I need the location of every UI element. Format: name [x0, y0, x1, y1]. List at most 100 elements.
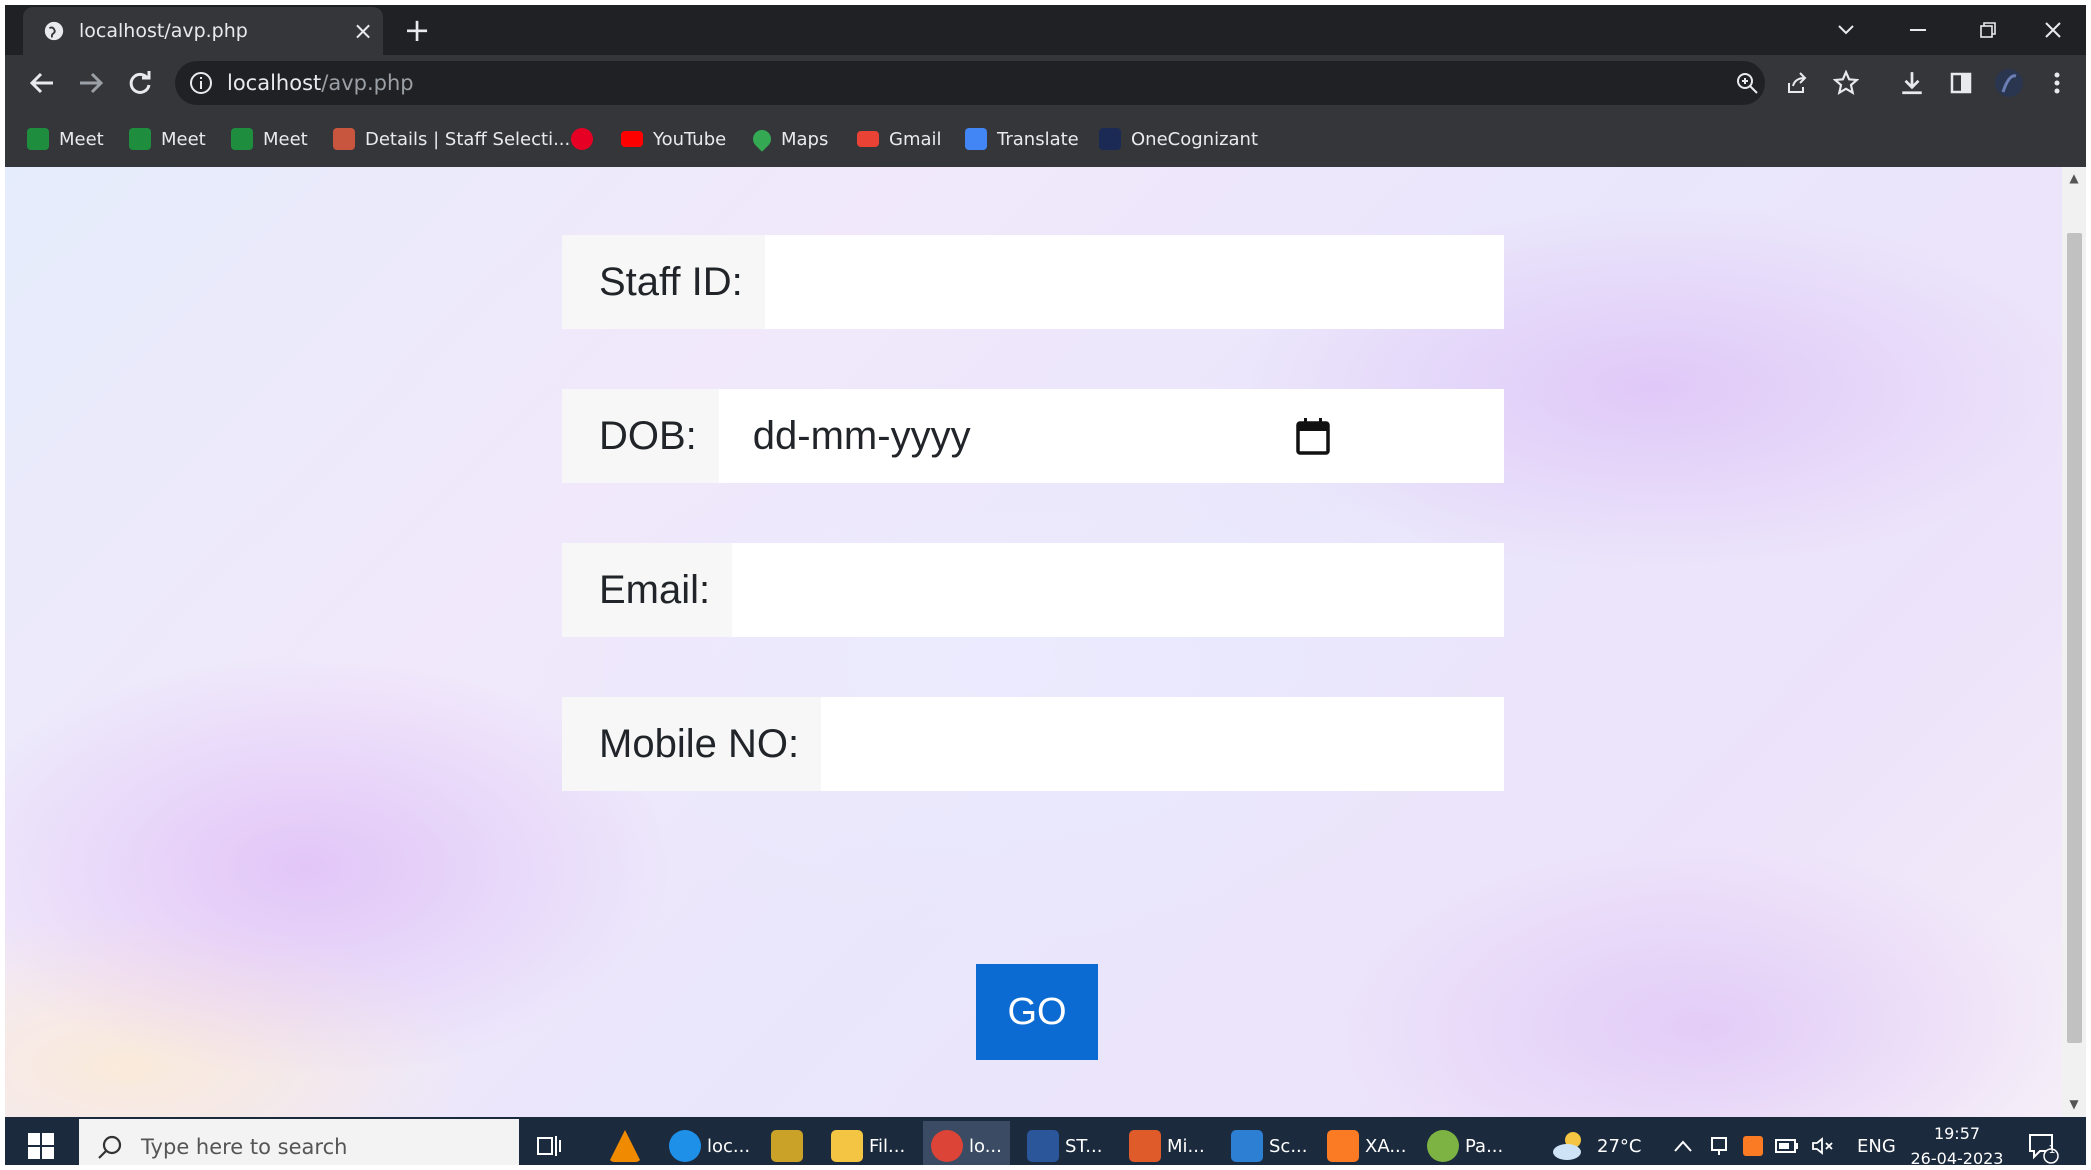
email-label: Email: — [562, 543, 733, 637]
restore-icon[interactable] — [1955, 5, 2021, 55]
zoom-icon[interactable] — [1731, 67, 1763, 99]
browser-tab[interactable]: localhost/avp.php × — [23, 7, 383, 55]
weather-temp: 27°C — [1597, 1135, 1642, 1157]
minimize-icon[interactable] — [1885, 5, 1951, 55]
staff-id-label: Staff ID: — [562, 235, 765, 329]
menu-dots-icon[interactable] — [2041, 67, 2073, 99]
bookmark-label: YouTube — [653, 128, 727, 150]
new-tab-button[interactable]: + — [397, 11, 437, 51]
dob-placeholder: dd-mm-yyyy — [752, 413, 971, 458]
url-path: /avp.php — [321, 71, 414, 95]
app-label: Mi... — [1167, 1135, 1205, 1157]
bookmark-label: Meet — [161, 128, 206, 150]
volume-muted-icon[interactable] — [1811, 1125, 1835, 1165]
url-text: localhost/avp.php — [227, 71, 414, 95]
tray-xampp-icon[interactable] — [1743, 1125, 1763, 1165]
notification-center-icon[interactable]: 1 — [2027, 1127, 2059, 1165]
bookmark-onecognizant[interactable]: OneCognizant — [1099, 121, 1258, 157]
app-label: Sc... — [1269, 1135, 1308, 1157]
taskbar-app-snipping[interactable]: Sc... — [1231, 1121, 1308, 1165]
chrome-icon — [931, 1130, 963, 1162]
close-window-icon[interactable] — [2020, 5, 2086, 55]
bookmark-youtube[interactable]: YouTube — [621, 121, 726, 157]
windows-taskbar: Type here to search loc... Fil... lo... … — [5, 1117, 2086, 1165]
tray-chevron-up-icon[interactable] — [1673, 1125, 1693, 1165]
address-bar[interactable]: localhost/avp.php — [175, 61, 1765, 105]
go-button[interactable]: GO — [976, 964, 1098, 1060]
globe-icon — [44, 21, 64, 41]
page-scrollbar[interactable]: ▲ ▼ — [2062, 167, 2086, 1117]
bookmark-label: Maps — [781, 128, 829, 150]
maps-pin-icon — [749, 126, 775, 152]
battery-icon[interactable] — [1775, 1125, 1799, 1165]
taskbar-app-xampp[interactable]: XA... — [1327, 1121, 1407, 1165]
site-info-icon[interactable] — [189, 71, 213, 95]
system-clock[interactable]: 19:57 26-04-2023 — [1909, 1121, 2005, 1165]
taskbar-app-mi[interactable]: Mi... — [1129, 1121, 1205, 1165]
share-icon[interactable] — [1781, 67, 1813, 99]
calendar-icon[interactable] — [1296, 417, 1330, 455]
tray-meet-icon[interactable] — [1709, 1125, 1729, 1165]
windows-start-icon[interactable] — [13, 1126, 69, 1165]
paint-icon — [1427, 1130, 1459, 1162]
store-icon — [771, 1130, 803, 1162]
back-arrow-icon[interactable] — [22, 63, 62, 103]
staff-id-input[interactable] — [764, 235, 1504, 329]
tab-close-icon[interactable]: × — [343, 17, 383, 45]
bookmark-meet-1[interactable]: Meet — [27, 121, 104, 157]
mobile-group: Mobile NO: — [562, 697, 1504, 791]
app-label: loc... — [707, 1135, 751, 1157]
staff-selection-icon — [333, 128, 355, 150]
notification-count: 1 — [2048, 1143, 2056, 1156]
meet-icon — [129, 128, 151, 150]
bookmark-label: Details | Staff Selecti... — [365, 128, 571, 150]
taskbar-app-files[interactable]: Fil... — [831, 1121, 905, 1165]
taskbar-app-vlc[interactable] — [609, 1121, 647, 1165]
screen: localhost/avp.php × + localhost/avp.php … — [5, 5, 2086, 1165]
taskbar-app-store[interactable] — [771, 1121, 809, 1165]
bookmark-staff-selection[interactable]: Details | Staff Selecti... — [333, 121, 570, 157]
language-indicator[interactable]: ENG — [1857, 1125, 1896, 1165]
taskbar-app-word[interactable]: ST... — [1027, 1121, 1102, 1165]
taskbar-app-paint[interactable]: Pa... — [1427, 1121, 1503, 1165]
folder-icon — [831, 1130, 863, 1162]
bookmark-pinterest[interactable] — [571, 121, 603, 157]
side-panel-icon[interactable] — [1945, 67, 1977, 99]
dob-input[interactable]: dd-mm-yyyy — [718, 389, 1504, 483]
bookmark-meet-2[interactable]: Meet — [129, 121, 206, 157]
taskbar-app-chrome[interactable]: lo... — [923, 1121, 1010, 1165]
meet-icon — [231, 128, 253, 150]
download-icon[interactable] — [1896, 67, 1928, 99]
bookmark-translate[interactable]: Translate — [965, 121, 1079, 157]
scroll-down-arrow-icon[interactable]: ▼ — [2068, 1097, 2080, 1111]
profile-avatar-icon[interactable] — [1993, 67, 2025, 99]
mobile-label: Mobile NO: — [562, 697, 822, 791]
email-group: Email: — [562, 543, 1504, 637]
weather-widget[interactable]: 27°C — [1551, 1125, 1641, 1165]
scroll-up-arrow-icon[interactable]: ▲ — [2068, 171, 2080, 185]
bookmark-label: Meet — [263, 128, 308, 150]
forward-arrow-icon[interactable] — [71, 63, 111, 103]
clock-time: 19:57 — [1933, 1124, 1981, 1143]
snipping-icon — [1231, 1130, 1263, 1162]
taskbar-search-box[interactable]: Type here to search — [79, 1119, 519, 1165]
mobile-input[interactable] — [821, 697, 1504, 791]
scrollbar-thumb[interactable] — [2067, 233, 2082, 1043]
word-icon — [1027, 1130, 1059, 1162]
meet-icon — [27, 128, 49, 150]
youtube-icon — [621, 131, 643, 147]
reload-icon[interactable] — [120, 63, 160, 103]
bookmark-star-icon[interactable] — [1830, 67, 1862, 99]
vlc-icon — [609, 1130, 641, 1162]
bookmark-meet-3[interactable]: Meet — [231, 121, 308, 157]
email-input[interactable] — [732, 543, 1504, 637]
bookmark-label: Translate — [997, 128, 1079, 150]
task-view-icon[interactable] — [535, 1121, 563, 1165]
tab-title: localhost/avp.php — [79, 20, 248, 42]
bookmark-gmail[interactable]: Gmail — [857, 121, 942, 157]
app-label: Fil... — [869, 1135, 906, 1157]
taskbar-app-edge[interactable]: loc... — [669, 1121, 750, 1165]
tab-search-icon[interactable] — [1813, 5, 1879, 55]
bookmark-maps[interactable]: Maps — [749, 121, 829, 157]
search-icon — [98, 1135, 122, 1159]
